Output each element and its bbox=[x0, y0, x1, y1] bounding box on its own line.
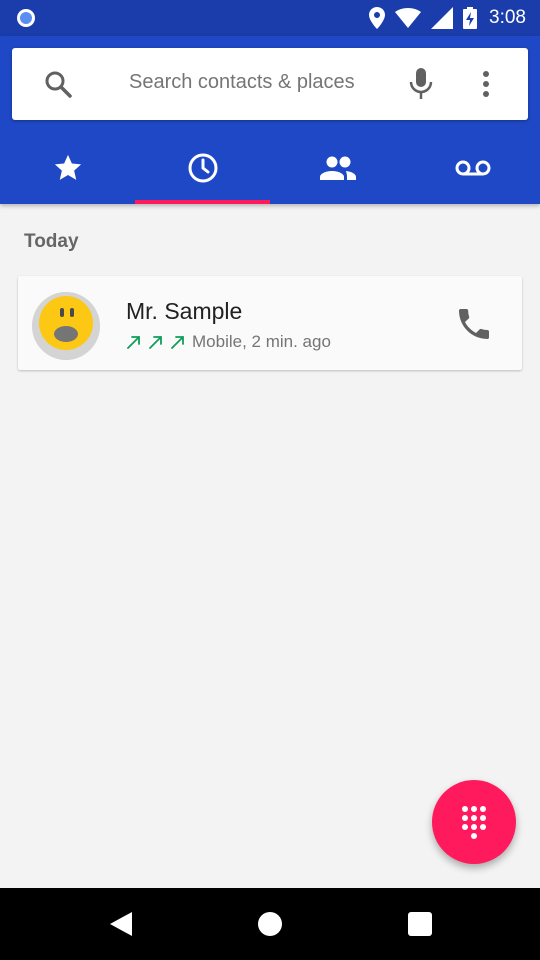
call-button[interactable] bbox=[454, 304, 494, 344]
outgoing-call-icon bbox=[149, 336, 162, 349]
outgoing-call-icon bbox=[127, 336, 140, 349]
dialpad-fab[interactable] bbox=[432, 780, 516, 864]
recents-icon[interactable] bbox=[408, 912, 432, 936]
notification-circle-icon bbox=[17, 9, 35, 27]
voicemail-icon bbox=[455, 160, 490, 176]
battery-charging-icon bbox=[463, 7, 478, 29]
call-log-item[interactable]: Mr. Sample Mobile, 2 min. ago bbox=[18, 276, 522, 370]
more-vert-icon[interactable] bbox=[476, 70, 496, 98]
status-bar: 3:08 bbox=[0, 0, 540, 36]
tab-contacts[interactable] bbox=[270, 132, 405, 204]
wifi-icon bbox=[395, 8, 422, 28]
star-icon bbox=[54, 154, 81, 180]
signal-icon bbox=[431, 7, 454, 29]
location-icon bbox=[369, 7, 386, 29]
status-time: 3:08 bbox=[489, 7, 526, 28]
surprised-face-avatar bbox=[32, 292, 100, 360]
tab-bar bbox=[0, 132, 540, 204]
phone-icon bbox=[459, 309, 489, 339]
search-placeholder[interactable]: Search contacts & places bbox=[129, 71, 355, 94]
back-icon[interactable] bbox=[108, 910, 134, 938]
contact-name: Mr. Sample bbox=[126, 298, 243, 324]
nav-bar bbox=[0, 888, 540, 960]
clock-icon bbox=[188, 153, 217, 183]
home-icon[interactable] bbox=[258, 912, 282, 936]
call-detail: Mobile, 2 min. ago bbox=[192, 332, 331, 351]
section-label-today: Today bbox=[24, 231, 79, 252]
contact-avatar[interactable] bbox=[32, 292, 100, 360]
tab-recents[interactable] bbox=[135, 132, 270, 204]
tab-speed-dial[interactable] bbox=[0, 132, 135, 204]
people-icon bbox=[319, 156, 356, 180]
search-icon[interactable] bbox=[44, 70, 72, 98]
mic-icon[interactable] bbox=[408, 68, 434, 100]
outgoing-call-icon bbox=[171, 336, 184, 349]
call-type-icons bbox=[126, 331, 186, 353]
dialpad-icon bbox=[462, 806, 486, 839]
search-box[interactable]: Search contacts & places bbox=[12, 48, 528, 120]
tab-voicemail[interactable] bbox=[405, 132, 540, 204]
app-header: Search contacts & places bbox=[0, 36, 540, 204]
